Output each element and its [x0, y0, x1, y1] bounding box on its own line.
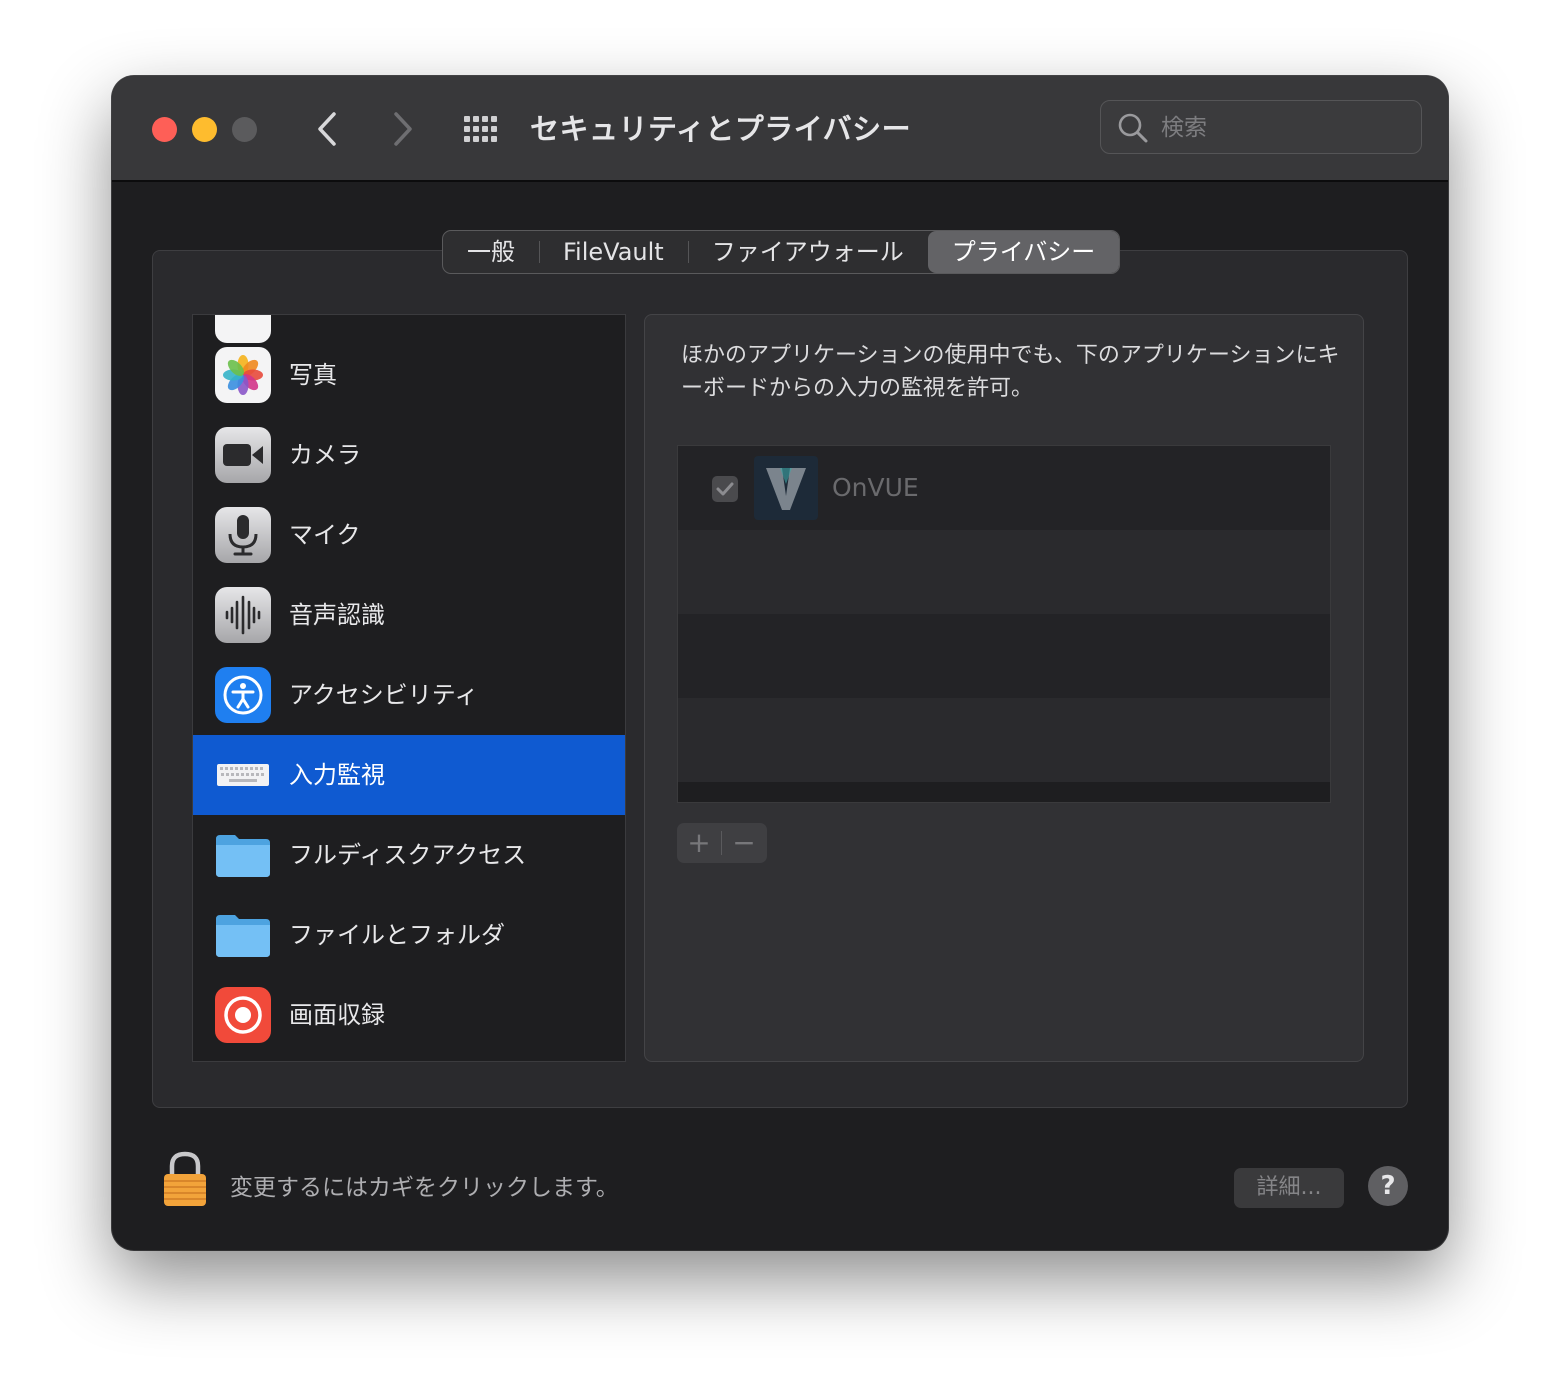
tab-firewall[interactable]: ファイアウォール [687, 231, 928, 273]
lock-message: 変更するにはカギをクリックします。 [230, 1175, 619, 1201]
close-button[interactable] [152, 117, 177, 142]
app-name: OnVUE [832, 473, 919, 502]
screen-record-icon [215, 987, 271, 1043]
list-item[interactable]: OnVUE [678, 446, 1330, 530]
sidebar-item-camera[interactable]: カメラ [193, 415, 625, 495]
back-button[interactable] [308, 106, 348, 152]
sidebar-item-label: カメラ [289, 441, 361, 469]
tab-bar: 一般 FileVault ファイアウォール プライバシー [442, 230, 1121, 274]
permission-panel: ほかのアプリケーションの使用中でも、下のアプリケーションにキーボードからの入力の… [644, 314, 1364, 1062]
list-item [678, 614, 1330, 698]
sidebar-item-label: 画面収録 [289, 1001, 385, 1029]
sidebar-item-accessibility[interactable]: アクセシビリティ [193, 655, 625, 735]
search-input[interactable] [1159, 101, 1413, 155]
permission-description: ほかのアプリケーションの使用中でも、下のアプリケーションにキーボードからの入力の… [681, 343, 1340, 401]
title-bar: セキュリティとプライバシー [112, 76, 1448, 182]
accessibility-icon [215, 667, 271, 723]
sidebar-item-full-disk-access[interactable]: フルディスクアクセス [193, 815, 625, 895]
search-field[interactable] [1100, 100, 1422, 155]
show-all-button[interactable] [462, 114, 502, 144]
folder-icon [215, 827, 271, 883]
tab-general[interactable]: 一般 [443, 231, 539, 273]
sidebar-item-input-monitoring[interactable]: 入力監視 [193, 735, 625, 815]
lock-button[interactable] [162, 1150, 208, 1208]
microphone-icon [215, 507, 271, 563]
grid-icon [464, 116, 497, 142]
privacy-category-list[interactable]: 写真 カメラ マイク 音声認識 アクセシビリティ 入力監視 フルディスクアクセス… [192, 314, 626, 1062]
search-icon [1118, 113, 1148, 143]
sidebar-item-microphone[interactable]: マイク [193, 495, 625, 575]
sidebar-item-label: アクセシビリティ [289, 681, 479, 709]
list-item [678, 698, 1330, 782]
advanced-button[interactable]: 詳細... [1234, 1168, 1344, 1208]
sidebar-item-label: ファイルとフォルダ [289, 921, 505, 949]
sidebar-item-files-and-folders[interactable]: ファイルとフォルダ [193, 895, 625, 975]
onvue-icon [754, 456, 818, 520]
chevron-left-icon [318, 112, 336, 146]
sidebar-item-label: 音声認識 [289, 601, 385, 629]
chevron-right-icon [394, 112, 412, 146]
folder-icon [215, 907, 271, 963]
checkmark-icon [716, 482, 734, 496]
minimize-button[interactable] [192, 117, 217, 142]
tab-filevault[interactable]: FileVault [539, 231, 688, 273]
app-enable-checkbox[interactable] [712, 476, 738, 502]
help-button[interactable]: ? [1368, 1166, 1408, 1206]
remove-app-button[interactable]: − [722, 823, 766, 863]
preferences-window: セキュリティとプライバシー 一般 FileVault ファイアウォール プライバ… [112, 76, 1448, 1250]
zoom-button[interactable] [232, 117, 257, 142]
lock-icon [164, 1151, 206, 1206]
sidebar-item-speech-recognition[interactable]: 音声認識 [193, 575, 625, 655]
sidebar-item-label: フルディスクアクセス [289, 841, 527, 869]
sidebar-item-label: 入力監視 [289, 761, 385, 789]
sidebar-item-label: 写真 [289, 361, 337, 389]
waveform-icon [215, 587, 271, 643]
sidebar-item-label: マイク [289, 521, 361, 549]
camera-icon [215, 427, 271, 483]
add-remove-control: + − [677, 823, 767, 863]
tab-privacy[interactable]: プライバシー [927, 231, 1120, 273]
sidebar-item-screen-recording[interactable]: 画面収録 [193, 975, 625, 1055]
forward-button[interactable] [382, 106, 422, 152]
list-item [678, 530, 1330, 614]
app-list[interactable]: OnVUE [677, 445, 1331, 803]
add-app-button[interactable]: + [677, 823, 721, 863]
keyboard-icon [215, 747, 271, 803]
photos-icon [215, 347, 271, 403]
sidebar-item-photos[interactable]: 写真 [193, 335, 625, 415]
window-title: セキュリティとプライバシー [530, 112, 912, 146]
